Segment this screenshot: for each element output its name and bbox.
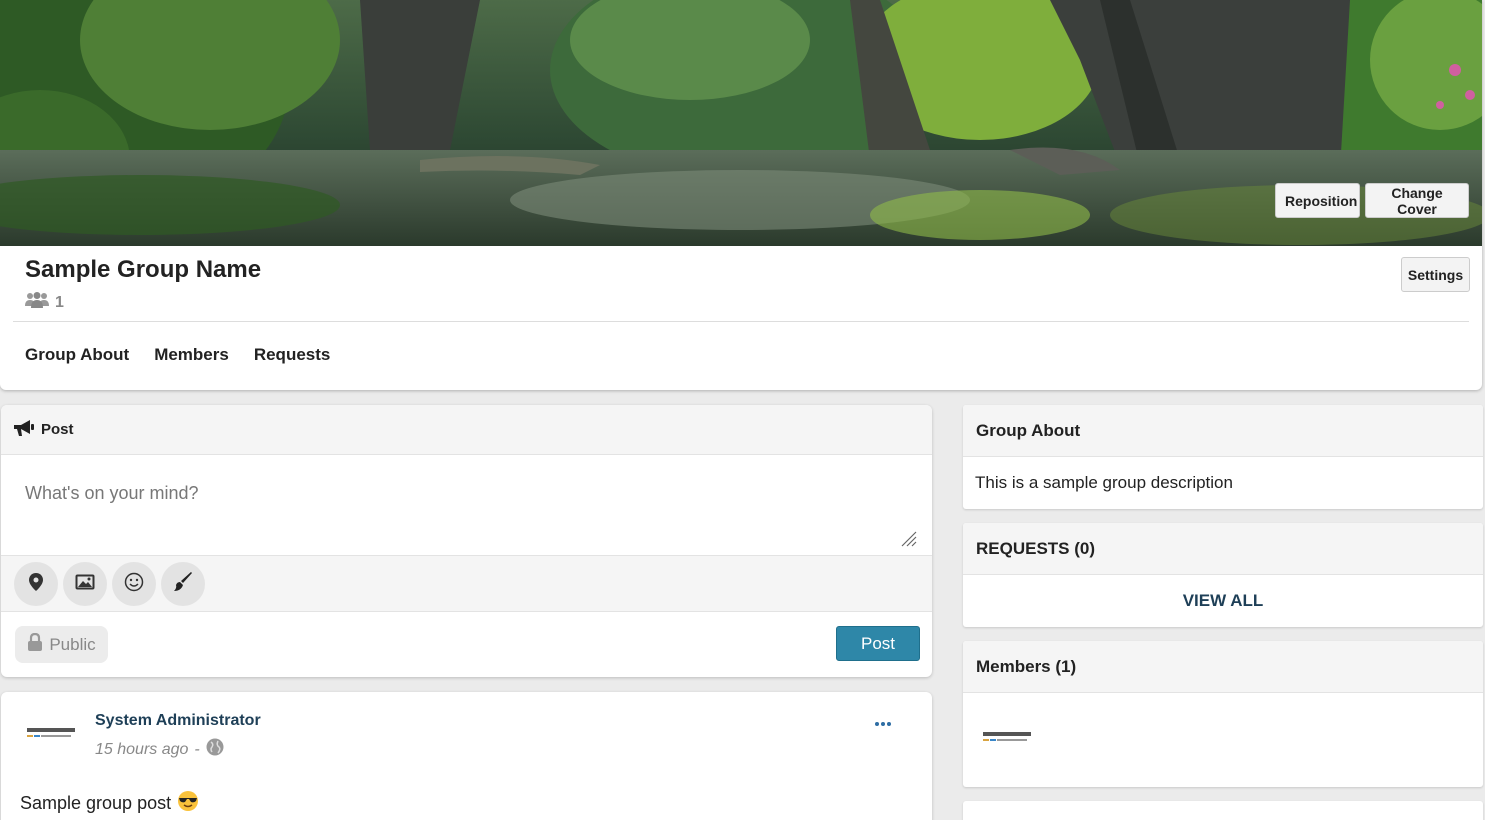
sidebar-requests-title: REQUESTS (0) — [963, 523, 1483, 575]
lock-icon — [27, 632, 43, 656]
photo-button[interactable] — [63, 562, 107, 606]
megaphone-icon — [13, 419, 35, 441]
post-timestamp[interactable]: 15 hours ago — [95, 741, 188, 759]
post-input[interactable] — [1, 455, 932, 555]
meta-separator: - — [194, 740, 200, 758]
post-content: Sample group post 😎 — [20, 790, 199, 817]
composer-header: Post — [1, 405, 932, 455]
group-nav: Group About Members Requests — [25, 345, 330, 365]
nav-group-about[interactable]: Group About — [25, 345, 129, 365]
privacy-selector[interactable]: Public — [15, 626, 108, 663]
sidebar-about-title: Group About — [963, 405, 1483, 457]
sidebar-next-card — [963, 801, 1483, 820]
composer-title: Post — [41, 421, 74, 438]
globe-icon — [206, 738, 224, 761]
avatar[interactable] — [23, 727, 79, 741]
emoji-icon — [124, 572, 144, 597]
members-list — [963, 693, 1483, 787]
view-all-requests-link[interactable]: VIEW ALL — [963, 575, 1483, 627]
post-composer: Post Public Post — [1, 405, 932, 677]
group-description: This is a sample group description — [975, 473, 1233, 492]
emoji-button[interactable] — [112, 562, 156, 606]
composer-tools — [1, 555, 932, 612]
cover-photo: Reposition Change Cover — [0, 0, 1482, 246]
users-icon — [25, 292, 49, 313]
sidebar-members-title: Members (1) — [963, 641, 1483, 693]
location-button[interactable] — [14, 562, 58, 606]
textarea-resize-handle[interactable] — [899, 529, 917, 552]
group-title: Sample Group Name — [25, 256, 262, 283]
brush-icon — [173, 571, 193, 597]
sidebar-requests-card: REQUESTS (0) VIEW ALL — [963, 523, 1483, 627]
nav-requests[interactable]: Requests — [254, 345, 331, 365]
nav-members[interactable]: Members — [154, 345, 229, 365]
change-cover-button[interactable]: Change Cover — [1365, 183, 1469, 218]
brush-button[interactable] — [161, 562, 205, 606]
member-avatar[interactable] — [981, 730, 1033, 750]
photo-icon — [75, 574, 95, 595]
post-options-button[interactable] — [869, 714, 897, 734]
settings-button[interactable]: Settings — [1401, 257, 1470, 292]
header-divider — [13, 321, 1469, 322]
feed-post: System Administrator 15 hours ago - Samp… — [1, 692, 932, 820]
reposition-button[interactable]: Reposition — [1275, 183, 1360, 218]
member-count: 1 — [25, 292, 64, 313]
sunglasses-emoji-icon — [177, 790, 199, 817]
member-count-value: 1 — [55, 293, 64, 311]
location-icon — [29, 572, 43, 596]
post-meta: 15 hours ago - — [95, 738, 224, 761]
sidebar-members-card: Members (1) — [963, 641, 1483, 787]
group-header-card: Reposition Change Cover Sample Group Nam… — [0, 0, 1482, 390]
post-submit-button[interactable]: Post — [836, 626, 920, 661]
post-author-link[interactable]: System Administrator — [95, 712, 261, 730]
post-text: Sample group post — [20, 793, 172, 813]
more-dots-icon — [875, 722, 891, 726]
sidebar-about-card: Group About This is a sample group descr… — [963, 405, 1483, 509]
privacy-label: Public — [49, 634, 96, 654]
